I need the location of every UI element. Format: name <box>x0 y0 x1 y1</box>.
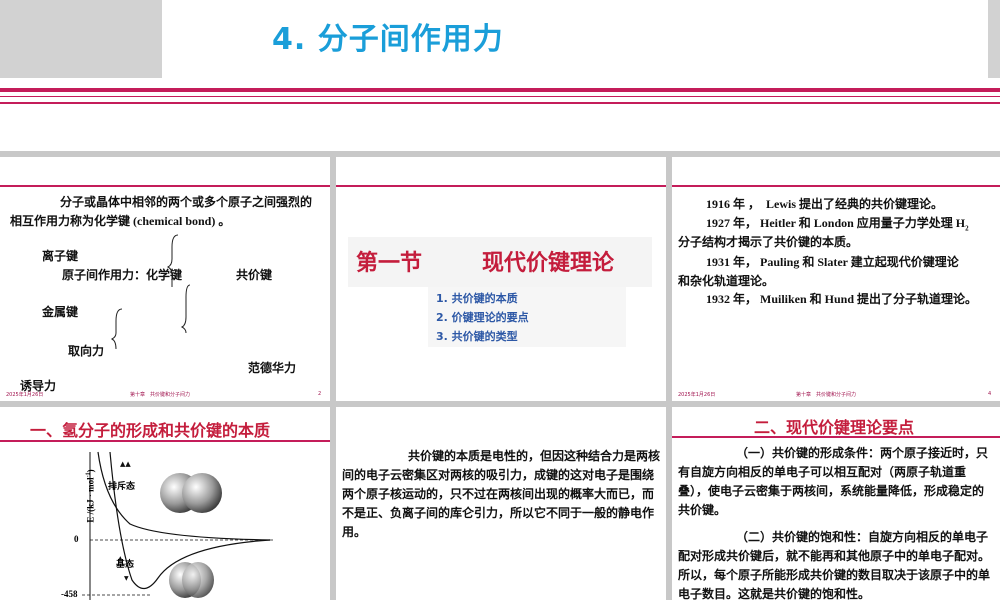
contents-item: 1. 共价键的本质 <box>436 292 518 305</box>
saturation-property: （二）共价键的饱和性：自旋方向相反的单电子配对形成共价键后，就不能再和其他原子中… <box>678 530 991 600</box>
svg-text:▼: ▼ <box>124 575 129 582</box>
history-1931a: 1931 年， Pauling 和 Slater 建立起现代价键理论 <box>706 255 959 269</box>
y-axis-superscript: -1 <box>85 472 92 478</box>
history-1927-text: 1927 年， Heitler 和 London 应用量子力学处理 H <box>706 216 966 230</box>
slide-rule <box>336 185 666 187</box>
slide-title: 一、氢分子的形成和共价键的本质 <box>30 421 271 440</box>
history-1931b: 和杂化轨道理论。 <box>678 274 775 288</box>
brace-lines <box>110 234 191 350</box>
y-axis-text: E /(kJ · mol <box>85 477 96 523</box>
contents-item: 2. 价键理论的要点 <box>436 311 529 324</box>
tick-zero: 0 <box>74 534 79 544</box>
section-heading: 现代价键理论 <box>482 251 615 276</box>
header-area: 4. 分子间作用力 <box>0 0 1000 151</box>
slide-vb-theory-points: 二、现代价键理论要点 （一）共价键的形成条件：两个原子接近时，只有自旋方向相反的… <box>672 407 1000 600</box>
footer-page: 4 <box>988 391 992 397</box>
footer-chapter: 第十章 共价键和分子间力 <box>796 392 857 398</box>
header-band <box>0 78 1000 151</box>
y-axis-label: E /(kJ · mol-1) <box>86 469 96 522</box>
footer-chapter: 第十章 共价键和分子间力 <box>130 392 191 398</box>
slide-rule <box>672 185 1000 187</box>
section-number: 第一节 <box>356 251 423 276</box>
footer-date: 2025年1月26日 <box>6 392 44 398</box>
covalent-essence-text: 共价键的本质是电性的，但因这种结合力是两核间的电子云密集区对两核的吸引力，成键的… <box>342 449 661 539</box>
slide-covalent-essence: 共价键的本质是电性的，但因这种结合力是两核间的电子云密集区对两核的吸引力，成键的… <box>336 407 666 600</box>
slide-chemical-bond: 分子或晶体中相邻的两个或多个原子之间强烈的相互作用力称为化学键 (chemica… <box>0 157 330 401</box>
contents-item: 3. 共价键的类型 <box>436 330 518 343</box>
ground-state-label: 基态 <box>116 560 135 570</box>
footer-page: 2 <box>318 391 322 397</box>
header-rule-1 <box>0 88 1000 92</box>
slide-history: 1916 年 ， Lewis 提出了经典的共价键理论。 1927 年， Heit… <box>672 157 1000 401</box>
formation-condition: （一）共价键的形成条件：两个原子接近时，只有自旋方向相反的单电子可以相互配对（两… <box>678 446 989 517</box>
slide-h2-formation: 一、氢分子的形成和共价键的本质 ▲▲ ▲ ▼ E /(kJ · mol-1) 0… <box>0 407 330 600</box>
potential-energy-curve: ▲▲ ▲ ▼ <box>82 451 275 600</box>
slide-title: 二、现代价键理论要点 <box>754 418 915 437</box>
slide-rule <box>672 436 1000 438</box>
contents-list: 1. 共价键的本质 2. 价键理论的要点 3. 共价键的类型 <box>436 289 529 346</box>
history-1932: 1932 年， Muiliken 和 Hund 提出了分子轨道理论。 <box>706 292 978 306</box>
footer-date: 2025年1月26日 <box>678 392 716 398</box>
page-title: 4. 分子间作用力 <box>272 22 504 57</box>
h2-subscript: 2 <box>965 224 969 233</box>
y-axis-close: ) <box>85 469 96 473</box>
title-box: 4. 分子间作用力 <box>162 0 988 78</box>
header-rule-3 <box>0 102 1000 104</box>
header-rule-2 <box>0 96 1000 97</box>
svg-text:▲▲: ▲▲ <box>120 460 131 468</box>
history-1916: 1916 年 ， Lewis 提出了经典的共价键理论。 <box>706 197 944 211</box>
tick-minus-458: -458 <box>61 589 78 599</box>
history-1927b: 分子结构才揭示了共价键的本质。 <box>678 235 859 249</box>
repulsive-state-label: 排斥态 <box>108 482 136 492</box>
slide-section-title: 第一节 现代价键理论 1. 共价键的本质 2. 价键理论的要点 3. 共价键的类… <box>336 157 666 401</box>
